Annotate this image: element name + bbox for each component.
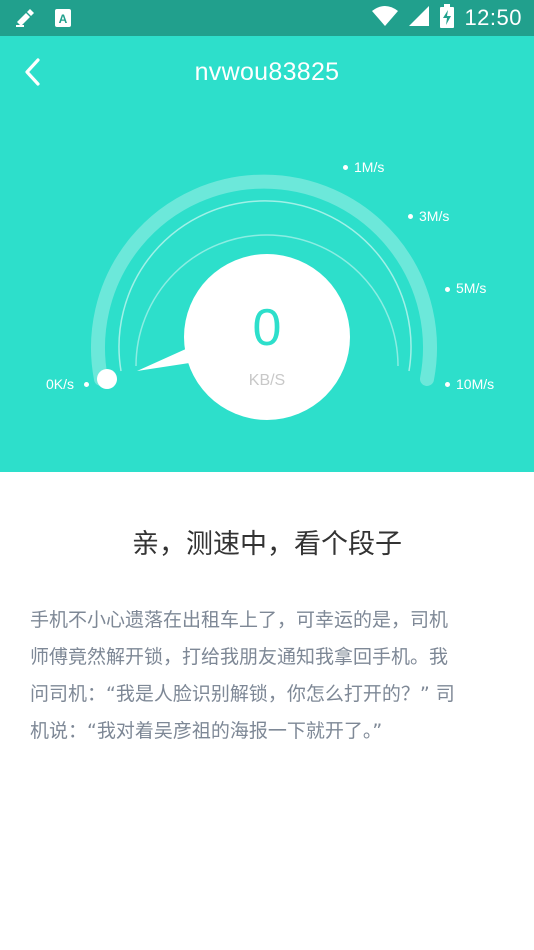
gauge-start-knob (97, 369, 117, 389)
speed-test-panel: nvwou83825 0K/s 1M/s 3M/s 5M/s 10M/s 0 K… (0, 36, 534, 472)
joke-line: 问司机：“我是人脸识别解锁，你怎么打开的？” 司 (30, 683, 455, 705)
wifi-icon (372, 5, 399, 31)
scale-dot (445, 287, 450, 292)
notification-icon (14, 8, 36, 32)
speed-value: 0 (252, 299, 282, 357)
joke-line: 机说：“我对着吴彦祖的海报一下就开了。” (30, 720, 383, 742)
signal-icon (408, 5, 430, 31)
scale-label-3: 5M/s (456, 280, 487, 296)
status-bar: A 12:50 (0, 0, 534, 36)
scale-dot (84, 382, 89, 387)
scale-dot (343, 165, 348, 170)
speed-unit: KB/S (248, 372, 286, 389)
joke-heading: 亲，测速中，看个段子 (132, 529, 402, 560)
scale-dot (408, 214, 413, 219)
joke-line: 师傅竟然解开锁，打给我朋友通知我拿回手机。我 (30, 646, 449, 668)
scale-label-1: 1M/s (354, 159, 385, 175)
svg-text:A: A (59, 12, 68, 26)
battery-charging-icon (440, 4, 455, 32)
scale-label-4: 10M/s (456, 376, 495, 392)
scale-dot (445, 382, 450, 387)
joke-line: 手机不小心遗落在出租车上了，可幸运的是，司机 (30, 609, 449, 631)
scale-label-2: 3M/s (419, 208, 450, 224)
joke-body: 手机不小心遗落在出租车上了，可幸运的是，司机 师傅竟然解开锁，打给我朋友通知我拿… (30, 602, 504, 750)
status-time: 12:50 (464, 5, 522, 30)
scale-label-0: 0K/s (46, 376, 75, 392)
app-store-icon: A (54, 8, 72, 32)
